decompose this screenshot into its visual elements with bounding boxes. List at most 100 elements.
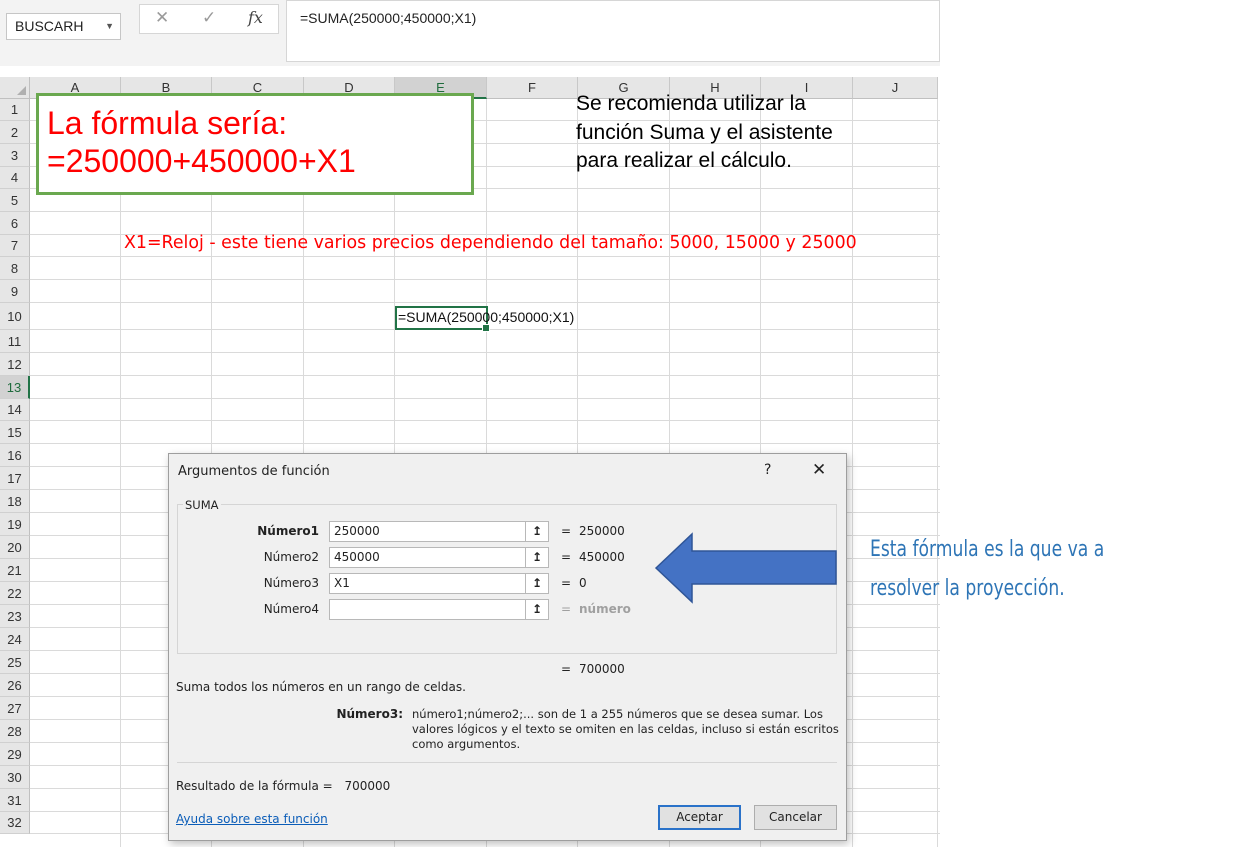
name-box[interactable]: BUSCARH ▼ xyxy=(6,13,121,40)
gridline-horizontal xyxy=(30,352,940,353)
row-header-10[interactable]: 10 xyxy=(0,303,30,330)
recommendation-text: Se recomienda utilizar la función Suma y… xyxy=(576,90,906,176)
row-header-20[interactable]: 20 xyxy=(0,536,30,559)
function-description: Suma todos los números en un rango de ce… xyxy=(176,680,466,694)
arg-result-numero1: 250000 xyxy=(579,524,625,538)
function-name-label: SUMA xyxy=(183,498,221,512)
formula-buttons: ✕ ✓ fx xyxy=(139,4,279,34)
cancel-icon[interactable]: ✕ xyxy=(155,8,169,28)
row-header-14[interactable]: 14 xyxy=(0,399,30,421)
arg-input-numero3[interactable]: X1 xyxy=(329,573,526,594)
select-all-corner[interactable] xyxy=(0,77,30,99)
row-header-5[interactable]: 5 xyxy=(0,189,30,212)
annotation-line2: resolver la proyección. xyxy=(870,576,1065,601)
arg-label-numero1: Número1 xyxy=(257,524,319,538)
row-header-8[interactable]: 8 xyxy=(0,257,30,280)
arg-input-numero4[interactable] xyxy=(329,599,526,620)
arg-help-text: número1;número2;... son de 1 a 255 númer… xyxy=(412,707,839,751)
row-header-12[interactable]: 12 xyxy=(0,353,30,376)
name-box-value: BUSCARH xyxy=(15,18,84,34)
cancel-button[interactable]: Cancelar xyxy=(754,805,837,830)
arg-label-numero2: Número2 xyxy=(263,550,319,564)
left-arrow-icon xyxy=(654,532,837,604)
row-header-3[interactable]: 3 xyxy=(0,144,30,167)
checkmark-icon[interactable]: ✓ xyxy=(202,8,216,28)
x1-price-note: X1=Reloj - este tiene varios precios dep… xyxy=(124,233,857,253)
row-header-32[interactable]: 32 xyxy=(0,812,30,834)
gridline-horizontal xyxy=(30,279,940,280)
formula-result-value: 700000 xyxy=(344,779,391,793)
help-icon[interactable]: ? xyxy=(764,462,771,478)
arg-result-numero3: 0 xyxy=(579,576,587,590)
row-header-31[interactable]: 31 xyxy=(0,789,30,812)
annotation-line1: Esta fórmula es la que va a xyxy=(870,537,1105,562)
row-header-24[interactable]: 24 xyxy=(0,628,30,651)
annotation-text: Esta fórmula es la que va a resolver la … xyxy=(870,530,1159,608)
gridline-horizontal xyxy=(30,443,940,444)
arg-input-numero2[interactable]: 450000 xyxy=(329,547,526,568)
cell-e13-content: =SUMA(250000;450000;X1) xyxy=(398,309,575,325)
recommendation-line1: Se recomienda utilizar la xyxy=(576,92,806,115)
row-header-18[interactable]: 18 xyxy=(0,490,30,513)
gridline-horizontal xyxy=(30,375,940,376)
total-equals: = xyxy=(561,662,572,676)
row-header-17[interactable]: 17 xyxy=(0,467,30,490)
row-header-23[interactable]: 23 xyxy=(0,605,30,628)
arg-input-numero1[interactable]: 250000 xyxy=(329,521,526,542)
column-header-f[interactable]: F xyxy=(487,77,578,99)
arg-equals: = xyxy=(561,602,572,616)
row-header-22[interactable]: 22 xyxy=(0,582,30,605)
row-header-25[interactable]: 25 xyxy=(0,651,30,674)
function-arguments-dialog: Argumentos de función ? ✕ SUMA Número1 2… xyxy=(168,453,847,841)
arg-result-numero2: 450000 xyxy=(579,550,625,564)
arg-label-numero3: Número3 xyxy=(263,576,319,590)
gridline-horizontal xyxy=(30,420,940,421)
help-link[interactable]: Ayuda sobre esta función xyxy=(176,812,328,826)
chevron-down-icon[interactable]: ▼ xyxy=(105,14,114,39)
row-header-11[interactable]: 11 xyxy=(0,330,30,353)
formula-textbox[interactable]: La fórmula sería: =250000+450000+X1 xyxy=(36,93,474,195)
formula-result: Resultado de la fórmula = 700000 xyxy=(176,779,390,793)
row-header-27[interactable]: 27 xyxy=(0,697,30,720)
row-header-2[interactable]: 2 xyxy=(0,121,30,144)
arg-equals: = xyxy=(561,550,572,564)
collapse-dialog-icon[interactable]: ↥ xyxy=(525,521,549,542)
gridline-horizontal xyxy=(30,398,940,399)
row-header-26[interactable]: 26 xyxy=(0,674,30,697)
formula-result-label: Resultado de la fórmula = xyxy=(176,779,333,793)
row-header-30[interactable]: 30 xyxy=(0,766,30,789)
formula-input[interactable]: =SUMA(250000;450000;X1) xyxy=(286,0,940,62)
row-header-9[interactable]: 9 xyxy=(0,280,30,303)
row-header-4[interactable]: 4 xyxy=(0,167,30,189)
row-header-6[interactable]: 6 xyxy=(0,212,30,235)
fx-icon[interactable]: fx xyxy=(248,8,263,27)
arg-label-numero4: Número4 xyxy=(263,602,319,616)
formula-textbox-line1: La fórmula sería: xyxy=(47,105,288,141)
total-value: 700000 xyxy=(579,662,625,676)
row-header-29[interactable]: 29 xyxy=(0,743,30,766)
row-header-13[interactable]: 13 xyxy=(0,376,30,399)
select-all-triangle-icon xyxy=(17,86,26,95)
gridline-horizontal xyxy=(30,211,940,212)
collapse-dialog-icon[interactable]: ↥ xyxy=(525,573,549,594)
accept-button[interactable]: Aceptar xyxy=(658,805,741,830)
row-header-16[interactable]: 16 xyxy=(0,444,30,467)
gridline-horizontal xyxy=(30,256,940,257)
recommendation-line2: función Suma y el asistente xyxy=(576,120,833,144)
row-header-19[interactable]: 19 xyxy=(0,513,30,536)
close-icon[interactable]: ✕ xyxy=(812,460,826,480)
divider xyxy=(177,762,837,763)
row-header-28[interactable]: 28 xyxy=(0,720,30,743)
fill-handle[interactable] xyxy=(482,324,490,332)
formula-textbox-line2: =250000+450000+X1 xyxy=(47,143,356,179)
gridline-horizontal xyxy=(30,302,940,303)
row-header-21[interactable]: 21 xyxy=(0,559,30,582)
collapse-dialog-icon[interactable]: ↥ xyxy=(525,547,549,568)
row-header-1[interactable]: 1 xyxy=(0,99,30,121)
row-header-15[interactable]: 15 xyxy=(0,421,30,444)
row-header-7[interactable]: 7 xyxy=(0,235,30,257)
collapse-dialog-icon[interactable]: ↥ xyxy=(525,599,549,620)
arg-result-numero4: número xyxy=(579,602,631,616)
formula-bar-area: BUSCARH ▼ ✕ ✓ fx =SUMA(250000;450000;X1) xyxy=(0,0,940,66)
arg-help-name: Número3: xyxy=(336,707,403,721)
